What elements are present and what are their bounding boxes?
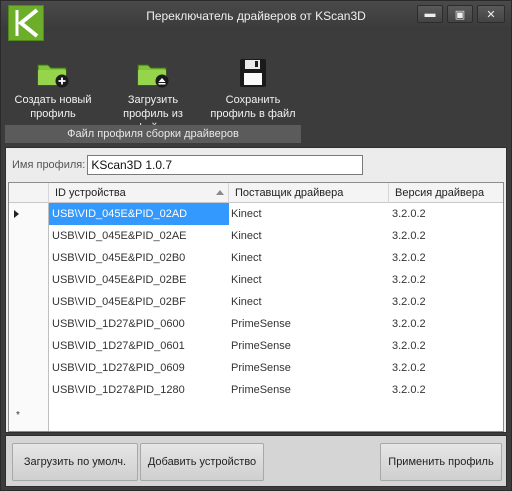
maximize-button[interactable]: ▣ bbox=[447, 5, 473, 23]
row-header[interactable]: * bbox=[9, 401, 49, 423]
window-controls: ▬ ▣ ✕ bbox=[417, 5, 505, 23]
vendor-cell[interactable]: Kinect bbox=[229, 203, 389, 225]
row-header[interactable] bbox=[9, 357, 49, 379]
row-header[interactable] bbox=[9, 335, 49, 357]
column-header-version[interactable]: Версия драйвера bbox=[389, 183, 503, 203]
vendor-cell[interactable]: PrimeSense bbox=[229, 335, 389, 357]
version-cell[interactable]: 3.2.0.2 bbox=[389, 203, 503, 225]
row-header[interactable] bbox=[9, 269, 49, 291]
profile-name-label: Имя профиля: bbox=[12, 159, 86, 171]
row-header[interactable] bbox=[9, 291, 49, 313]
profile-name-input[interactable] bbox=[87, 155, 364, 175]
vendor-cell[interactable]: Kinect bbox=[229, 247, 389, 269]
create-profile-label-line1: Создать новый bbox=[14, 94, 92, 106]
save-profile-button[interactable]: Сохранить профиль в файл bbox=[207, 53, 299, 129]
version-cell[interactable]: 3.2.0.2 bbox=[389, 225, 503, 247]
device-id-cell[interactable]: USB\VID_1D27&PID_0600 bbox=[49, 313, 229, 335]
load-profile-label-line1: Загрузить bbox=[127, 94, 179, 106]
table-row[interactable]: USB\VID_045E&PID_02B0 Kinect 3.2.0.2 bbox=[9, 247, 503, 269]
main-panel: Имя профиля: ID устройства Поставщик дра… bbox=[5, 147, 507, 433]
vendor-cell[interactable]: Kinect bbox=[229, 225, 389, 247]
close-button[interactable]: ✕ bbox=[477, 5, 505, 23]
device-id-cell[interactable]: USB\VID_1D27&PID_1280 bbox=[49, 379, 229, 401]
app-logo-icon bbox=[8, 5, 44, 41]
grid-header: ID устройства Поставщик драйвера Версия … bbox=[9, 183, 503, 203]
load-profile-button[interactable]: Загрузить профиль из файла bbox=[107, 53, 199, 134]
device-id-cell[interactable]: USB\VID_045E&PID_02BE bbox=[49, 269, 229, 291]
table-row[interactable]: USB\VID_045E&PID_02BF Kinect 3.2.0.2 bbox=[9, 291, 503, 313]
new-row-star-icon: * bbox=[16, 410, 20, 421]
new-row[interactable]: * bbox=[9, 401, 503, 423]
version-cell[interactable]: 3.2.0.2 bbox=[389, 379, 503, 401]
row-header[interactable] bbox=[9, 203, 49, 225]
create-profile-label-line2: профиль bbox=[30, 108, 76, 120]
version-cell[interactable]: 3.2.0.2 bbox=[389, 313, 503, 335]
column-header-vendor[interactable]: Поставщик драйвера bbox=[229, 183, 389, 203]
row-header-corner[interactable] bbox=[9, 183, 49, 203]
device-id-cell[interactable]: USB\VID_1D27&PID_0601 bbox=[49, 335, 229, 357]
vendor-cell[interactable]: Kinect bbox=[229, 291, 389, 313]
current-row-arrow-icon bbox=[14, 210, 19, 218]
vendor-cell[interactable]: PrimeSense bbox=[229, 357, 389, 379]
vendor-cell[interactable]: PrimeSense bbox=[229, 379, 389, 401]
table-row[interactable]: USB\VID_045E&PID_02AE Kinect 3.2.0.2 bbox=[9, 225, 503, 247]
version-cell[interactable]: 3.2.0.2 bbox=[389, 291, 503, 313]
save-profile-label-line1: Сохранить bbox=[225, 94, 281, 106]
vendor-cell[interactable]: PrimeSense bbox=[229, 313, 389, 335]
save-profile-label-line2: профиль в файл bbox=[210, 108, 296, 120]
device-id-cell[interactable]: USB\VID_045E&PID_02AE bbox=[49, 225, 229, 247]
device-id-cell[interactable]: USB\VID_1D27&PID_0609 bbox=[49, 357, 229, 379]
floppy-disk-icon bbox=[236, 57, 270, 89]
title-bar[interactable]: Переключатель драйверов от KScan3D ▬ ▣ ✕ bbox=[1, 1, 511, 31]
table-row[interactable]: USB\VID_045E&PID_02BE Kinect 3.2.0.2 bbox=[9, 269, 503, 291]
version-cell[interactable]: 3.2.0.2 bbox=[389, 247, 503, 269]
row-header[interactable] bbox=[9, 379, 49, 401]
sort-ascending-icon bbox=[216, 190, 224, 195]
toolbar-group-caption: Файл профиля сборки драйверов bbox=[5, 125, 301, 143]
row-header[interactable] bbox=[9, 313, 49, 335]
apply-profile-button[interactable]: Применить профиль bbox=[380, 443, 502, 481]
row-header[interactable] bbox=[9, 247, 49, 269]
new-folder-icon bbox=[36, 57, 70, 89]
device-id-cell[interactable]: USB\VID_045E&PID_02AD bbox=[49, 203, 229, 225]
load-default-button[interactable]: Загрузить по умолч. bbox=[12, 443, 138, 481]
device-id-cell[interactable]: USB\VID_045E&PID_02B0 bbox=[49, 247, 229, 269]
device-grid[interactable]: ID устройства Поставщик драйвера Версия … bbox=[8, 182, 504, 432]
add-device-button[interactable]: Добавить устройство bbox=[140, 443, 264, 481]
table-row[interactable]: USB\VID_045E&PID_02AD Kinect 3.2.0.2 bbox=[9, 203, 503, 225]
minimize-button[interactable]: ▬ bbox=[417, 5, 443, 23]
open-folder-icon bbox=[136, 57, 170, 89]
version-cell[interactable]: 3.2.0.2 bbox=[389, 269, 503, 291]
version-cell[interactable]: 3.2.0.2 bbox=[389, 357, 503, 379]
column-header-label: ID устройства bbox=[55, 187, 126, 199]
device-id-cell[interactable]: USB\VID_045E&PID_02BF bbox=[49, 291, 229, 313]
bottom-bar: Загрузить по умолч. Добавить устройство … bbox=[5, 435, 507, 487]
vendor-cell[interactable]: Kinect bbox=[229, 269, 389, 291]
row-header[interactable] bbox=[9, 225, 49, 247]
grid-rows: USB\VID_045E&PID_02AD Kinect 3.2.0.2 USB\VI… bbox=[9, 203, 503, 431]
table-row[interactable]: USB\VID_1D27&PID_0609 PrimeSense 3.2.0.2 bbox=[9, 357, 503, 379]
create-profile-button[interactable]: Создать новый профиль bbox=[7, 53, 99, 129]
grid-empty-area bbox=[9, 423, 503, 431]
row-header-filler bbox=[9, 423, 49, 431]
toolbar-ribbon: Создать новый профиль Загрузить профиль … bbox=[5, 45, 301, 143]
profile-name-row: Имя профиля: bbox=[12, 155, 364, 175]
column-header-device-id[interactable]: ID устройства bbox=[49, 183, 229, 203]
version-cell[interactable]: 3.2.0.2 bbox=[389, 335, 503, 357]
table-row[interactable]: USB\VID_1D27&PID_0600 PrimeSense 3.2.0.2 bbox=[9, 313, 503, 335]
table-row[interactable]: USB\VID_1D27&PID_1280 PrimeSense 3.2.0.2 bbox=[9, 379, 503, 401]
table-row[interactable]: USB\VID_1D27&PID_0601 PrimeSense 3.2.0.2 bbox=[9, 335, 503, 357]
app-window: Переключатель драйверов от KScan3D ▬ ▣ ✕… bbox=[0, 0, 512, 491]
